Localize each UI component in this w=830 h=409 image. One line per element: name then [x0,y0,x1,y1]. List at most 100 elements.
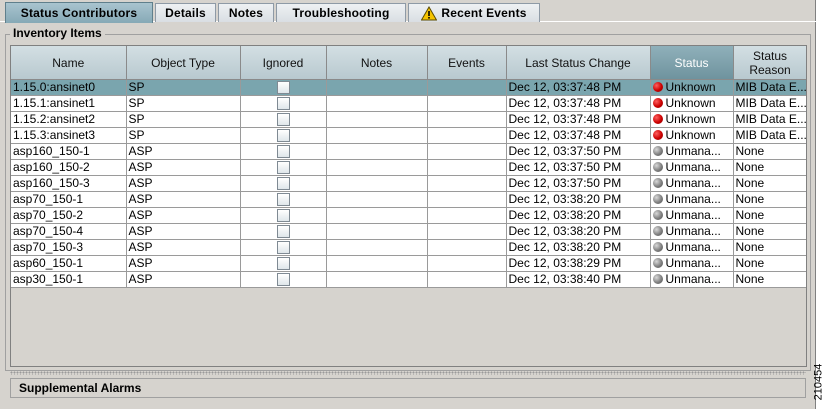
tab-label: Recent Events [441,6,527,20]
status-text: Unmana... [665,256,721,270]
cell-object-type: SP [126,111,241,128]
table-row[interactable]: 1.15.1:ansinet1 SP Dec 12, 03:37:48 PM Unkn… [11,95,806,112]
cell-notes [326,79,428,96]
cell-last-status-change: Dec 12, 03:37:48 PM [506,127,651,144]
column-header-notes[interactable]: Notes [326,46,428,80]
ignored-checkbox[interactable] [276,113,290,127]
tab-label: Details [165,6,206,20]
cell-last-status-change: Dec 12, 03:38:20 PM [506,191,651,208]
table-row[interactable]: 1.15.2:ansinet2 SP Dec 12, 03:37:48 PM Unkn… [11,111,806,128]
cell-notes [326,223,428,240]
status-text: Unmana... [665,208,721,222]
cell-last-status-change: Dec 12, 03:38:40 PM [506,271,651,288]
ignored-checkbox[interactable] [276,177,290,191]
ignored-checkbox[interactable] [276,273,290,287]
cell-name: 1.15.3:ansinet3 [11,127,127,144]
cell-name: asp70_150-3 [11,239,127,256]
column-header-status-reason[interactable]: Status Reason [733,46,806,80]
tab-recent-events[interactable]: Recent Events [408,3,540,22]
cell-last-status-change: Dec 12, 03:37:48 PM [506,95,651,112]
ignored-checkbox[interactable] [276,241,290,255]
cell-object-type: ASP [126,159,241,176]
properties-panel: Status Contributors Details Notes Troubl… [0,0,816,409]
ignored-checkbox[interactable] [276,129,290,143]
inventory-table: Name Object Type Ignored Notes Events La… [11,46,806,288]
cell-status-reason: None [733,207,806,224]
table-row[interactable]: asp70_150-2 ASP Dec 12, 03:38:20 PM Unmana.… [11,207,806,224]
cell-object-type: ASP [126,175,241,192]
tab-notes[interactable]: Notes [218,3,274,22]
table-row[interactable]: asp160_150-3 ASP Dec 12, 03:37:50 PM Unmana… [11,175,806,192]
ignored-checkbox[interactable] [276,209,290,223]
table-row[interactable]: asp160_150-1 ASP Dec 12, 03:37:50 PM Unmana… [11,143,806,160]
table-row[interactable]: asp60_150-1 ASP Dec 12, 03:38:29 PM Unmana.… [11,255,806,272]
cell-events [427,223,507,240]
cell-status: Unmana... [650,271,734,288]
cell-object-type: ASP [126,239,241,256]
cell-name: 1.15.0:ansinet0 [11,79,127,96]
cell-status-reason: MIB Data E... [733,127,806,144]
cell-status-reason: None [733,143,806,160]
cell-events [427,207,507,224]
cell-object-type: ASP [126,207,241,224]
status-unknown-icon [652,82,663,92]
cell-events [427,271,507,288]
column-header-ignored[interactable]: Ignored [240,46,327,80]
cell-last-status-change: Dec 12, 03:38:20 PM [506,239,651,256]
tab-details[interactable]: Details [155,3,216,22]
cell-events [427,175,507,192]
cell-status: Unmana... [650,255,734,272]
splitter-handle[interactable] [10,371,806,375]
status-unmanaged-icon [652,194,663,204]
cell-status-reason: None [733,223,806,240]
table-row[interactable]: asp160_150-2 ASP Dec 12, 03:37:50 PM Unmana… [11,159,806,176]
ignored-checkbox[interactable] [276,257,290,271]
table-row[interactable]: asp30_150-1 ASP Dec 12, 03:38:40 PM Unmana.… [11,271,806,288]
cell-notes [326,175,428,192]
figure-id: 210454 [812,363,825,401]
cell-events [427,111,507,128]
column-header-last-status-change[interactable]: Last Status Change [506,46,651,80]
supplemental-alarms-panel[interactable]: Supplemental Alarms [10,378,806,398]
status-text: Unknown [665,112,716,126]
status-unknown-icon [652,98,663,108]
cell-status: Unknown [650,111,734,128]
cell-events [427,95,507,112]
cell-object-type: SP [126,127,241,144]
cell-last-status-change: Dec 12, 03:37:50 PM [506,143,651,160]
cell-ignored [240,127,327,144]
status-text: Unmana... [665,224,721,238]
column-header-object-type[interactable]: Object Type [126,46,241,80]
tab-status-contributors[interactable]: Status Contributors [5,2,153,23]
cell-status-reason: None [733,255,806,272]
column-header-name[interactable]: Name [11,46,127,80]
table-row[interactable]: asp70_150-3 ASP Dec 12, 03:38:20 PM Unmana.… [11,239,806,256]
tab-troubleshooting[interactable]: Troubleshooting [276,3,406,22]
column-header-status[interactable]: Status [650,46,734,80]
cell-status-reason: None [733,191,806,208]
ignored-checkbox[interactable] [276,225,290,239]
ignored-checkbox[interactable] [276,193,290,207]
ignored-checkbox[interactable] [276,145,290,159]
table-row[interactable]: asp70_150-1 ASP Dec 12, 03:38:20 PM Unmana.… [11,191,806,208]
cell-notes [326,255,428,272]
ignored-checkbox[interactable] [276,81,290,95]
status-text: Unmana... [665,192,721,206]
table-row[interactable]: asp70_150-4 ASP Dec 12, 03:38:20 PM Unmana.… [11,223,806,240]
ignored-checkbox[interactable] [276,97,290,111]
ignored-checkbox[interactable] [276,161,290,175]
table-row[interactable]: 1.15.3:ansinet3 SP Dec 12, 03:37:48 PM Unkn… [11,127,806,144]
tab-label: Status Contributors [20,6,138,20]
cell-name: asp70_150-4 [11,223,127,240]
table-row[interactable]: 1.15.0:ansinet0 SP Dec 12, 03:37:48 PM Unkn… [11,79,806,96]
cell-status: Unmana... [650,239,734,256]
cell-notes [326,111,428,128]
status-unmanaged-icon [652,226,663,236]
inventory-table-viewport: Name Object Type Ignored Notes Events La… [10,45,807,367]
column-header-events[interactable]: Events [427,46,507,80]
cell-name: asp160_150-1 [11,143,127,160]
cell-object-type: SP [126,79,241,96]
cell-object-type: ASP [126,223,241,240]
status-unknown-icon [652,114,663,124]
cell-status-reason: None [733,175,806,192]
